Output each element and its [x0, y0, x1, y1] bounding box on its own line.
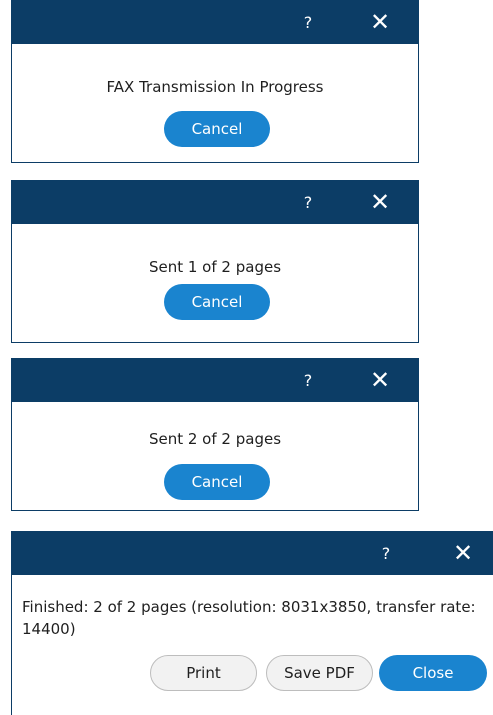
fax-progress-dialog: ? ✕ Sent 1 of 2 pages Cancel — [11, 180, 419, 343]
save-pdf-button[interactable]: Save PDF — [266, 655, 373, 691]
status-message: FAX Transmission In Progress — [106, 78, 324, 96]
status-message: Sent 2 of 2 pages — [148, 430, 282, 448]
status-message: Finished: 2 of 2 pages (resolution: 8031… — [22, 598, 476, 638]
close-icon[interactable]: ✕ — [365, 359, 395, 402]
cancel-button[interactable]: Cancel — [164, 464, 270, 500]
fax-progress-dialog: ? ✕ Sent 2 of 2 pages Cancel — [11, 358, 419, 511]
print-button[interactable]: Print — [150, 655, 257, 691]
cancel-button[interactable]: Cancel — [164, 284, 270, 320]
close-button[interactable]: Close — [379, 655, 487, 691]
close-icon[interactable]: ✕ — [365, 181, 395, 224]
dialog-titlebar: ? ✕ — [12, 1, 418, 44]
help-icon[interactable]: ? — [295, 359, 321, 402]
help-icon[interactable]: ? — [295, 1, 321, 44]
dialog-titlebar: ? ✕ — [12, 532, 493, 575]
dialog-titlebar: ? ✕ — [12, 359, 418, 402]
fax-progress-dialog: ? ✕ FAX Transmission In Progress Cancel — [11, 0, 419, 163]
cancel-button[interactable]: Cancel — [164, 111, 270, 147]
dialog-titlebar: ? ✕ — [12, 181, 418, 224]
status-message: Sent 1 of 2 pages — [148, 258, 282, 276]
close-icon[interactable]: ✕ — [365, 1, 395, 44]
help-icon[interactable]: ? — [295, 181, 321, 224]
fax-finished-dialog: ? ✕ Finished: 2 of 2 pages (resolution: … — [11, 531, 493, 715]
help-icon[interactable]: ? — [373, 532, 399, 575]
close-icon[interactable]: ✕ — [448, 532, 478, 575]
